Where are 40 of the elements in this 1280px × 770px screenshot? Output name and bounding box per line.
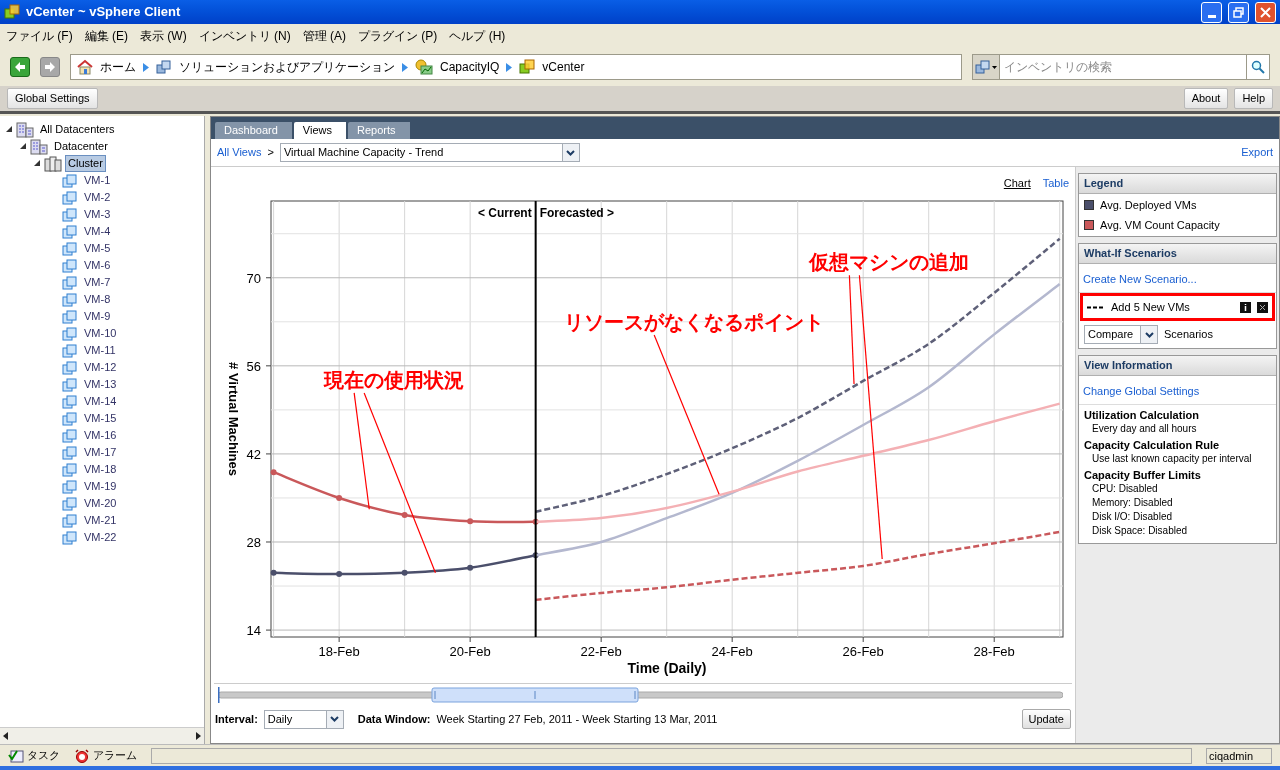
legend-label: Avg. Deployed VMs (1100, 198, 1197, 213)
separator-text: > (267, 145, 274, 161)
info-heading: Capacity Buffer Limits (1084, 468, 1202, 482)
info-text: CPU: Disabled (1091, 482, 1159, 496)
period-label: < Current (477, 206, 532, 220)
interval-label: Interval: (215, 711, 258, 727)
info-heading: Utilization Calculation (1084, 408, 1200, 422)
info-text: Use last known capacity per interval (1091, 452, 1253, 466)
compare-suffix: Scenarios (1164, 327, 1213, 343)
panel-header: What-If Scenarios (1079, 244, 1276, 264)
panel-header: Legend (1079, 174, 1276, 194)
data-window-label: Data Window: (357, 711, 431, 727)
user-name: ciqadmin (1206, 747, 1272, 764)
y-axis-title: # Virtual Machines (226, 362, 241, 476)
data-window-text: Week Starting 27 Feb, 2011 - Week Starting 13 Mar, 2011 (436, 711, 718, 727)
x-tick-label: 24-Feb (711, 644, 753, 659)
info-text: Disk I/O: Disabled (1091, 510, 1174, 524)
y-tick-label: 70 (246, 270, 261, 286)
period-label: Forecasted > (539, 206, 615, 220)
info-text: Memory: Disabled (1091, 496, 1174, 510)
x-tick-label: 18-Feb (318, 644, 360, 659)
callout-text: 現在の使用状況 (324, 368, 465, 391)
info-text: Every day and all hours (1091, 422, 1198, 436)
x-tick-label: 28-Feb (973, 644, 1015, 659)
x-tick-label: 22-Feb (580, 644, 622, 659)
x-tick-label: 20-Feb (449, 644, 491, 659)
info-text: Disk Space: Disabled (1091, 524, 1189, 538)
y-tick-label: 56 (246, 358, 261, 374)
x-tick-label: 26-Feb (842, 644, 884, 659)
callout-text: リソースがなくなるポイント (564, 311, 825, 334)
panel-header: View Information (1079, 356, 1276, 376)
window-title: vCenter ~ vSphere Client (26, 3, 181, 22)
x-axis-title: Time (Daily) (627, 660, 707, 676)
info-heading: Capacity Calculation Rule (1084, 438, 1221, 452)
callout-text: 仮想マシンの追加 (809, 251, 970, 274)
legend-label: Avg. VM Count Capacity (1100, 217, 1220, 233)
y-tick-label: 28 (246, 535, 261, 550)
scenario-label: Add 5 New VMs (1111, 299, 1191, 315)
y-tick-label: 14 (246, 623, 261, 639)
y-tick-label: 42 (246, 446, 261, 462)
